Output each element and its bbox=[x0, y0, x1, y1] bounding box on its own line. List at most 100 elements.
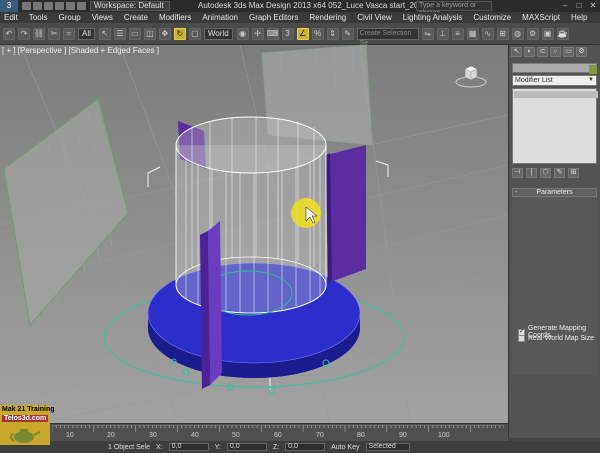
new-file-icon[interactable] bbox=[22, 2, 31, 10]
workspace-dropdown[interactable]: Workspace: Default bbox=[90, 1, 170, 11]
menu-graph-editors[interactable]: Graph Editors bbox=[249, 13, 298, 22]
collapse-icon: - bbox=[515, 189, 518, 196]
z-coord-field[interactable]: 0,0 bbox=[285, 443, 326, 451]
percent-snap-icon[interactable]: % bbox=[311, 27, 324, 40]
window-crossing-icon[interactable]: ◫ bbox=[143, 27, 156, 40]
show-end-result-button[interactable]: | bbox=[526, 168, 537, 178]
angle-snap-icon[interactable]: ∠ bbox=[296, 27, 309, 40]
menu-civil-view[interactable]: Civil View bbox=[357, 13, 392, 22]
bind-space-warp-icon[interactable]: ≈ bbox=[63, 27, 75, 40]
menu-group[interactable]: Group bbox=[58, 13, 80, 22]
menu-animation[interactable]: Animation bbox=[202, 13, 238, 22]
redo-icon[interactable]: ↷ bbox=[18, 27, 30, 40]
redo-icon[interactable] bbox=[66, 2, 75, 10]
keyboard-shortcut-icon[interactable]: ⌨ bbox=[266, 27, 279, 40]
menu-customize[interactable]: Customize bbox=[473, 13, 511, 22]
configure-sets-button[interactable]: ⊞ bbox=[568, 168, 579, 178]
project-folder-icon[interactable] bbox=[77, 2, 86, 10]
modifier-stack[interactable] bbox=[512, 88, 598, 164]
tab-utilities[interactable]: ⚙ bbox=[576, 47, 587, 57]
object-name-field[interactable] bbox=[512, 63, 597, 73]
front-purple-fin[interactable] bbox=[200, 221, 222, 389]
layer-manager-icon[interactable]: ≡ bbox=[451, 27, 464, 40]
pin-stack-button[interactable]: ⊣ bbox=[512, 168, 523, 178]
tab-display[interactable]: ▭ bbox=[563, 47, 574, 57]
snaps-toggle-icon[interactable]: 3 bbox=[281, 27, 294, 40]
remove-modifier-button[interactable]: ✎ bbox=[554, 168, 565, 178]
teapot-logo-icon bbox=[10, 429, 41, 443]
timeline-track[interactable]: 10 20 30 40 50 60 70 80 90 100 bbox=[0, 423, 508, 441]
viewport-scene bbox=[0, 45, 508, 423]
tab-modify[interactable]: ◐ bbox=[524, 47, 535, 57]
select-move-icon[interactable]: ✥ bbox=[158, 27, 171, 40]
menu-modifiers[interactable]: Modifiers bbox=[159, 13, 191, 22]
edit-named-selection-icon[interactable]: ✎ bbox=[341, 27, 354, 40]
x-coord-field[interactable]: 0,0 bbox=[168, 443, 209, 451]
parameters-area: ✓ Generate Mapping Coords. Real-World Ma… bbox=[512, 197, 597, 375]
selection-filter-dropdown[interactable]: All bbox=[78, 27, 95, 40]
tab-create[interactable]: ↖ bbox=[511, 47, 522, 57]
schematic-view-icon[interactable]: ⊞ bbox=[496, 27, 509, 40]
align-icon[interactable]: ⊥ bbox=[436, 27, 449, 40]
training-watermark: Mak 21 Training Telos3d.com bbox=[0, 405, 55, 445]
menu-help[interactable]: Help bbox=[571, 13, 587, 22]
command-panel-tabs: ↖ ◐ ⊂ ○ ▭ ⚙ bbox=[509, 45, 600, 59]
real-world-map-row[interactable]: Real-World Map Size bbox=[518, 335, 594, 342]
maximize-button[interactable]: □ bbox=[574, 1, 584, 10]
render-production-icon[interactable]: ☕ bbox=[556, 27, 569, 40]
object-color-swatch[interactable] bbox=[589, 65, 597, 74]
material-editor-icon[interactable]: ◍ bbox=[511, 27, 524, 40]
menu-tools[interactable]: Tools bbox=[29, 13, 48, 22]
y-coord-field[interactable]: 0,0 bbox=[226, 443, 267, 451]
mirror-icon[interactable]: ⇋ bbox=[421, 27, 434, 40]
parameters-rollout-header[interactable]: - Parameters bbox=[512, 188, 597, 197]
undo-icon[interactable] bbox=[55, 2, 64, 10]
stack-selected-item[interactable] bbox=[514, 91, 598, 98]
app-logo-icon[interactable]: 3 bbox=[0, 0, 18, 12]
search-input[interactable]: Type a keyword or phrase bbox=[416, 1, 492, 17]
tick-label: 70 bbox=[316, 432, 324, 439]
open-file-icon[interactable] bbox=[33, 2, 42, 10]
minimize-button[interactable]: – bbox=[560, 1, 570, 10]
key-mode-dropdown[interactable]: Selected bbox=[365, 443, 410, 451]
menu-rendering[interactable]: Rendering bbox=[309, 13, 346, 22]
menu-create[interactable]: Create bbox=[124, 13, 148, 22]
window-controls: – □ ✕ bbox=[560, 1, 598, 10]
real-world-map-checkbox[interactable] bbox=[518, 335, 525, 342]
tick-label: 30 bbox=[149, 432, 157, 439]
select-object-icon[interactable]: ↖ bbox=[98, 27, 111, 40]
manipulate-icon[interactable]: ✢ bbox=[251, 27, 264, 40]
curve-editor-icon[interactable]: ∿ bbox=[481, 27, 494, 40]
link-icon[interactable]: ⛓ bbox=[33, 27, 45, 40]
select-by-name-icon[interactable]: ☰ bbox=[113, 27, 126, 40]
menu-maxscript[interactable]: MAXScript bbox=[522, 13, 560, 22]
pivot-center-icon[interactable]: ◉ bbox=[236, 27, 249, 40]
viewcube-icon[interactable] bbox=[454, 61, 488, 89]
menu-lighting-analysis[interactable]: Lighting Analysis bbox=[403, 13, 463, 22]
undo-icon[interactable]: ↶ bbox=[3, 27, 15, 40]
menu-views[interactable]: Views bbox=[92, 13, 113, 22]
graphite-toggle-icon[interactable]: ▦ bbox=[466, 27, 479, 40]
back-purple-fin[interactable] bbox=[326, 145, 366, 283]
tab-hierarchy[interactable]: ⊂ bbox=[537, 47, 548, 57]
tick-label: 80 bbox=[357, 432, 365, 439]
menu-edit[interactable]: Edit bbox=[4, 13, 18, 22]
viewport-label[interactable]: [ + ] [Perspective ] [Shaded + Edged Fac… bbox=[2, 46, 159, 55]
tab-motion[interactable]: ○ bbox=[550, 47, 561, 57]
modifier-list-dropdown[interactable]: Modifier List ▼ bbox=[512, 75, 597, 86]
perspective-viewport[interactable]: [ + ] [Perspective ] [Shaded + Edged Fac… bbox=[0, 45, 508, 423]
select-rotate-icon[interactable]: ↻ bbox=[173, 27, 186, 40]
close-button[interactable]: ✕ bbox=[588, 1, 598, 10]
rendered-frame-icon[interactable]: ▣ bbox=[541, 27, 554, 40]
save-file-icon[interactable] bbox=[44, 2, 53, 10]
reference-coord-dropdown[interactable]: World bbox=[203, 27, 233, 40]
window-title: Autodesk 3ds Max Design 2013 x64 052_Luc… bbox=[198, 1, 445, 10]
unlink-icon[interactable]: ✂ bbox=[48, 27, 60, 40]
spinner-snap-icon[interactable]: ⇕ bbox=[326, 27, 339, 40]
render-setup-icon[interactable]: ⚙ bbox=[526, 27, 539, 40]
make-unique-button[interactable]: ⬡ bbox=[540, 168, 551, 178]
rectangular-selection-icon[interactable]: ▭ bbox=[128, 27, 141, 40]
select-scale-icon[interactable]: ▢ bbox=[188, 27, 201, 40]
named-selection-set-input[interactable]: Create Selection Se bbox=[356, 27, 419, 47]
auto-key-button[interactable]: Auto Key bbox=[331, 444, 359, 451]
